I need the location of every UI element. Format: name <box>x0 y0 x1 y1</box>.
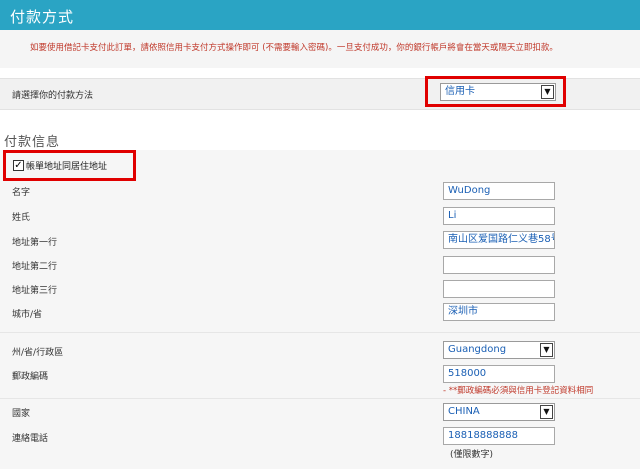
notice-panel: 如要使用借記卡支付此訂單，請依照信用卡支付方式操作即可 (不需要輸入密碼)。一旦… <box>0 30 640 68</box>
address1-input[interactable]: 南山区爱国路仁义巷58号 <box>443 231 555 249</box>
chevron-down-icon: ▼ <box>541 85 554 99</box>
same-address-checkbox[interactable]: ✓ <box>13 160 24 171</box>
state-select[interactable]: Guangdong ▼ <box>443 341 555 359</box>
country-selected: CHINA <box>448 406 480 417</box>
address2-label: 地址第二行 <box>12 262 58 272</box>
city-label: 城市/省 <box>12 310 43 320</box>
postal-label: 郵政編碼 <box>12 372 49 382</box>
header-bar: 付款方式 <box>0 0 640 30</box>
billing-section-title: 付款信息 <box>4 135 61 150</box>
last-name-label: 姓氏 <box>12 213 31 223</box>
address3-input[interactable] <box>443 280 555 298</box>
same-address-label: 帳單地址同居住地址 <box>26 162 108 172</box>
page-title: 付款方式 <box>10 8 75 26</box>
last-name-input[interactable]: Li <box>443 207 555 225</box>
chevron-down-icon: ▼ <box>540 405 553 419</box>
chevron-down-icon: ▼ <box>540 343 553 357</box>
address2-input[interactable] <box>443 256 555 274</box>
first-name-input[interactable]: WuDong <box>443 182 555 200</box>
postal-hint: - **郵政編碼必須與信用卡登記資料相同 <box>443 386 594 396</box>
city-input[interactable]: 深圳市 <box>443 303 555 321</box>
divider <box>0 398 640 399</box>
country-label: 國家 <box>12 409 31 419</box>
address1-label: 地址第一行 <box>12 238 58 248</box>
payment-method-select[interactable]: 信用卡 ▼ <box>440 83 556 101</box>
first-name-label: 名字 <box>12 188 31 198</box>
country-select[interactable]: CHINA ▼ <box>443 403 555 421</box>
state-label: 州/省/行政區 <box>12 348 64 358</box>
notice-text: 如要使用借記卡支付此訂單，請依照信用卡支付方式操作即可 (不需要輸入密碼)。一旦… <box>30 43 558 53</box>
postal-input[interactable]: 518000 <box>443 365 555 383</box>
phone-label: 連絡電話 <box>12 434 49 444</box>
state-selected: Guangdong <box>448 344 507 355</box>
payment-method-selected: 信用卡 <box>445 86 475 97</box>
payment-method-label: 請選擇你的付款方法 <box>12 91 94 101</box>
phone-input[interactable]: 18818888888 <box>443 427 555 445</box>
phone-hint: (僅限數字) <box>450 450 494 460</box>
address3-label: 地址第三行 <box>12 286 58 296</box>
divider <box>0 332 640 333</box>
